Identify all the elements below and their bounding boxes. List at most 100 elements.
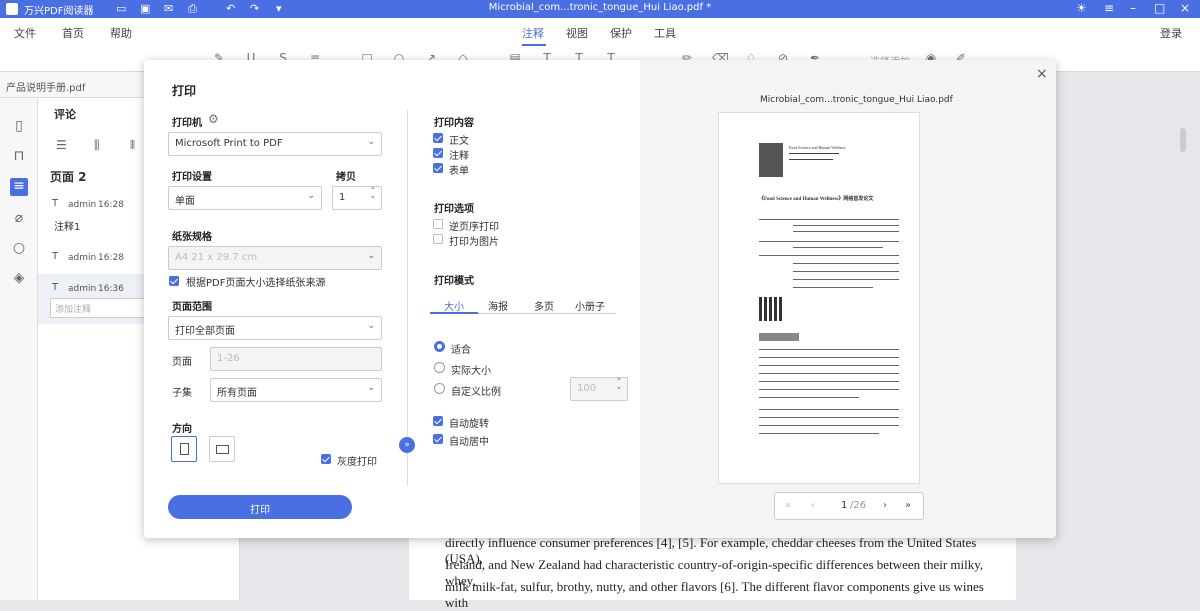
page-range-select[interactable]: 打印全部页面 ⌄ xyxy=(168,316,382,340)
tab-view[interactable]: 视图 xyxy=(566,25,588,41)
dialog-title: 打印 xyxy=(172,84,197,98)
close-window-icon[interactable]: × xyxy=(1180,1,1190,15)
vertical-scrollbar[interactable] xyxy=(1180,128,1186,152)
text-comment-icon: T xyxy=(52,251,59,262)
mode-tab-size[interactable]: 大小 xyxy=(444,298,464,313)
duplex-value: 单面 xyxy=(175,196,195,207)
menu-icon[interactable]: ≡ xyxy=(1104,1,1114,15)
duplex-select[interactable]: 单面 ⌄ xyxy=(168,186,322,210)
auto-paper-source-checkbox[interactable] xyxy=(169,276,179,286)
stepper-arrows-icon[interactable]: ˄ ˅ xyxy=(371,188,376,206)
chevron-down-icon: ⌄ xyxy=(367,321,375,331)
cnki-logo-image xyxy=(759,333,799,341)
prev-page-icon[interactable]: ‹ xyxy=(811,500,815,511)
landscape-page-icon xyxy=(216,445,229,454)
paper-size-value: A4 21 x 29.7 cm xyxy=(175,252,258,263)
next-page-icon[interactable]: › xyxy=(883,500,887,511)
chevron-down-icon: ⌄ xyxy=(367,137,375,147)
title-bar: 万兴PDF阅读器 ▭ ▣ ✉ ⎙ ↶ ↷ ▾ Microbial_com...t… xyxy=(0,0,1200,18)
thumbnails-icon[interactable]: ▯ xyxy=(10,118,28,136)
landscape-button[interactable] xyxy=(209,436,235,462)
reverse-order-label: 逆页序打印 xyxy=(449,222,499,233)
preview-text-line xyxy=(759,381,899,382)
printer-value: Microsoft Print to PDF xyxy=(175,138,283,149)
menu-help[interactable]: 帮助 xyxy=(110,25,132,41)
sort-list-icon[interactable]: ☰ xyxy=(56,138,67,152)
login-link[interactable]: 登录 xyxy=(1160,25,1182,41)
comment-user: admin xyxy=(68,284,97,294)
maximize-icon[interactable]: □ xyxy=(1154,1,1165,15)
subset-select[interactable]: 所有页面 ⌄ xyxy=(210,378,382,402)
reverse-order-checkbox[interactable] xyxy=(433,219,443,229)
scale-fit-radio[interactable] xyxy=(434,341,445,352)
current-page[interactable]: 1 xyxy=(841,500,847,511)
custom-scale-input[interactable]: 100 ˄ ˅ xyxy=(570,377,628,401)
preview-text-line xyxy=(793,225,899,226)
attachment-sidebar-icon[interactable]: ⌀ xyxy=(10,210,28,228)
preview-journal-name: Food Science and Human Wellness xyxy=(789,145,846,150)
auto-center-checkbox[interactable] xyxy=(433,434,443,444)
chevron-down-icon: ⌄ xyxy=(367,251,375,261)
columns-icon[interactable]: ⫴ xyxy=(130,138,135,153)
preview-text-line xyxy=(759,219,899,220)
paper-size-select[interactable]: A4 21 x 29.7 cm ⌄ xyxy=(168,246,382,270)
comments-title: 评论 xyxy=(54,108,76,121)
print-button[interactable]: 打印 xyxy=(168,495,352,519)
preview-heading: 《Food Science and Human Wellness》网络首发论文 xyxy=(759,197,874,202)
qr-code-image xyxy=(759,297,783,321)
tab-annotate[interactable]: 注释 xyxy=(522,25,544,41)
collapse-preview-icon[interactable]: » xyxy=(399,437,415,453)
scale-custom-radio[interactable] xyxy=(434,383,445,394)
comments-icon[interactable]: ≡ xyxy=(10,178,28,196)
grayscale-label: 灰度打印 xyxy=(337,457,377,468)
content-body-checkbox[interactable] xyxy=(433,133,443,143)
close-dialog-icon[interactable]: × xyxy=(1036,66,1048,82)
scale-actual-radio[interactable] xyxy=(434,362,445,373)
print-as-image-label: 打印为图片 xyxy=(449,237,499,248)
chevron-down-icon: ⌄ xyxy=(307,191,315,201)
menu-home[interactable]: 首页 xyxy=(62,25,84,41)
layers-icon[interactable]: ◈ xyxy=(10,270,28,288)
pages-label: 页面 xyxy=(172,357,192,368)
last-page-icon[interactable]: » xyxy=(905,500,911,511)
preview-text-line xyxy=(759,357,899,358)
bookmark-icon[interactable]: ⊓ xyxy=(10,148,28,166)
subset-label: 子集 xyxy=(172,388,192,399)
auto-rotate-checkbox[interactable] xyxy=(433,416,443,426)
preview-text-line xyxy=(759,241,899,242)
minimize-icon[interactable]: – xyxy=(1130,1,1136,15)
tab-tools[interactable]: 工具 xyxy=(654,25,676,41)
portrait-button[interactable] xyxy=(171,436,197,462)
preview-text-line xyxy=(789,153,839,154)
pages-input[interactable]: 1-26 xyxy=(210,347,382,371)
grayscale-checkbox[interactable] xyxy=(321,454,331,464)
total-pages: /26 xyxy=(850,500,867,511)
menu-file[interactable]: 文件 xyxy=(14,25,36,41)
paper-size-label: 纸张规格 xyxy=(172,232,212,243)
search-icon[interactable]: ○ xyxy=(10,240,28,258)
mode-tab-booklet[interactable]: 小册子 xyxy=(575,298,605,313)
content-annotations-checkbox[interactable] xyxy=(433,148,443,158)
first-page-icon[interactable]: « xyxy=(785,500,791,511)
stepper-arrows-icon[interactable]: ˄ ˅ xyxy=(617,379,622,397)
print-as-image-checkbox[interactable] xyxy=(433,234,443,244)
pages-placeholder: 1-26 xyxy=(217,353,240,364)
mode-tab-multipage[interactable]: 多页 xyxy=(534,298,554,313)
content-forms-checkbox[interactable] xyxy=(433,163,443,173)
auto-center-label: 自动居中 xyxy=(449,437,489,448)
preview-text-line xyxy=(793,247,883,248)
page-range-value: 打印全部页面 xyxy=(175,326,235,337)
filter-icon[interactable]: ⫼ xyxy=(94,138,100,153)
mode-tab-poster[interactable]: 海报 xyxy=(488,298,508,313)
preview-text-line xyxy=(793,271,899,272)
tab-protect[interactable]: 保护 xyxy=(610,25,632,41)
theme-sun-icon[interactable]: ☀ xyxy=(1076,1,1087,15)
printer-settings-gear-icon[interactable]: ⚙ xyxy=(208,112,219,126)
page-range-label: 页面范围 xyxy=(172,302,212,313)
preview-text-line xyxy=(759,349,899,350)
scale-actual-label: 实际大小 xyxy=(451,366,491,377)
document-line: milk milk-fat, sulfur, brothy, nutty, an… xyxy=(445,579,984,610)
copies-stepper[interactable]: 1 ˄ ˅ xyxy=(332,186,382,210)
print-mode-label: 打印模式 xyxy=(434,276,474,287)
printer-select[interactable]: Microsoft Print to PDF ⌄ xyxy=(168,132,382,156)
